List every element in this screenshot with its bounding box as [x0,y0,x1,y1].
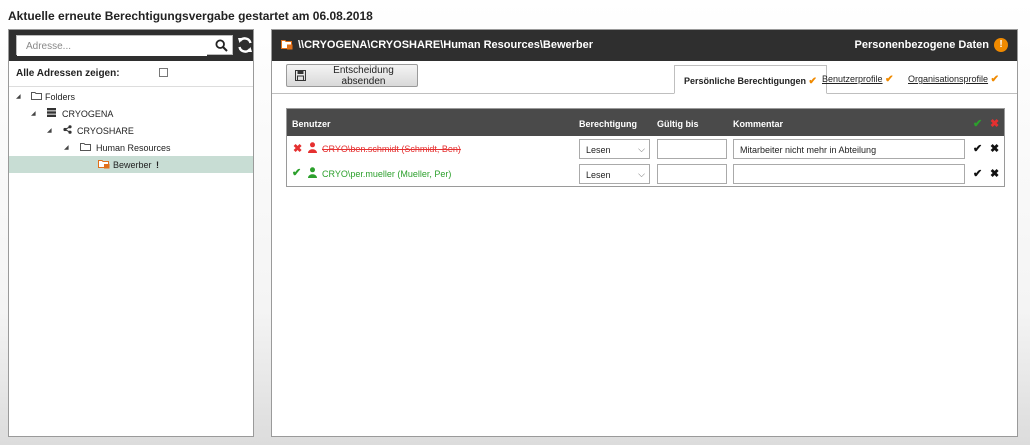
warning-icon: ! [994,38,1008,52]
tab-personal-permissions[interactable]: Persönliche Berechtigungen ✔ [674,65,827,94]
tree-item-cryoshare[interactable]: ◢ CRYOSHARE [9,122,253,139]
table-header: Benutzer Berechtigung Gültig bis Komment… [287,109,1004,136]
sensitive-folder-icon [98,160,110,169]
table-row: ✔ CRYO\per.mueller (Mueller, Per) Lesen … [287,162,1004,186]
column-header-user: Benutzer [292,119,331,129]
approve-all-icon[interactable]: ✔ [973,117,982,130]
user-name: CRYO\per.mueller (Mueller, Per) [322,169,452,179]
tree-item-label: Bewerber [113,160,152,170]
expand-triangle-icon[interactable]: ◢ [16,93,21,100]
tree-item-folders[interactable]: ◢ Folders [9,88,253,105]
tree-item-cryogena[interactable]: ◢ CRYOGENA [9,105,253,122]
denied-status-icon: ✖ [293,143,303,155]
tab-label: Persönliche Berechtigungen [684,76,807,86]
expand-triangle-icon[interactable]: ◢ [64,144,69,151]
save-icon [295,70,306,81]
permission-value: Lesen [586,145,611,155]
permission-select[interactable]: Lesen ⌵ [579,139,650,159]
user-name: CRYO\ben.schmidt (Schmidt, Ben) [322,144,461,154]
comment-input[interactable] [733,164,965,184]
expand-triangle-icon[interactable]: ◢ [31,110,36,117]
search-box [16,35,233,56]
permission-select[interactable]: Lesen ⌵ [579,164,650,184]
column-header-valid-until: Gültig bis [657,119,699,129]
tree-divider [9,86,253,87]
permission-value: Lesen [586,170,611,180]
user-icon [308,167,317,178]
check-icon: ✔ [808,76,817,87]
address-tree-panel: Alle Adressen zeigen: ◢ Folders ◢ CRYOGE… [8,29,254,437]
tree-item-label: CRYOGENA [62,109,114,119]
refresh-icon[interactable] [237,36,253,54]
expand-triangle-icon[interactable]: ◢ [47,127,52,134]
granted-status-icon: ✔ [292,167,302,179]
chevron-down-icon: ⌵ [638,169,645,179]
tab-organization-profiles[interactable]: Organisationsprofile ✔ [908,74,999,85]
permissions-header: \\CRYOGENA\CRYOSHARE\Human Resources\Bew… [272,30,1017,61]
permissions-table: Benutzer Berechtigung Gültig bis Komment… [286,108,1005,187]
tree-item-label: Folders [45,92,76,102]
permissions-panel: \\CRYOGENA\CRYOSHARE\Human Resources\Bew… [271,29,1018,437]
approve-icon[interactable]: ✔ [973,167,982,180]
tree-item-bewerber[interactable]: Bewerber ! [9,156,253,173]
tab-user-profiles[interactable]: Benutzerprofile ✔ [822,74,893,85]
submit-decision-label: Entscheidung absenden [333,64,394,87]
share-icon [63,125,72,134]
folder-icon [31,92,42,100]
user-icon [308,142,317,153]
show-all-checkbox[interactable] [159,68,168,77]
server-icon [47,108,56,117]
comment-input[interactable]: Mitarbeiter nicht mehr in Abteilung [733,139,965,159]
sensitive-folder-icon [281,40,293,50]
personal-data-label: Personenbezogene Daten [854,39,989,51]
valid-until-input[interactable] [657,139,727,159]
column-header-permission: Berechtigung [579,119,638,129]
folder-icon [80,143,91,151]
approve-icon[interactable]: ✔ [973,142,982,155]
tab-label: Benutzerprofile [822,74,883,84]
column-header-comment: Kommentar [733,119,784,129]
show-all-label: Alle Adressen zeigen: [16,68,120,79]
chevron-down-icon: ⌵ [638,144,645,154]
page-title: Aktuelle erneute Berechtigungsvergabe ge… [8,9,373,23]
address-search-input[interactable] [17,37,207,56]
tree-item-label: Human Resources [96,143,171,153]
reject-icon[interactable]: ✖ [990,167,999,180]
valid-until-input[interactable] [657,164,727,184]
submit-decision-button[interactable]: Entscheidung absenden [286,64,418,87]
personal-data-flag: ! [156,160,159,170]
reject-all-icon[interactable]: ✖ [990,117,999,130]
check-icon: ✔ [990,74,999,85]
tab-label: Organisationsprofile [908,74,989,84]
tab-strip-line [272,93,1017,94]
tree-item-label: CRYOSHARE [77,126,134,136]
reject-icon[interactable]: ✖ [990,142,999,155]
table-row: ✖ CRYO\ben.schmidt (Schmidt, Ben) Lesen … [287,137,1004,161]
address-search-bar [9,30,253,61]
search-icon[interactable] [215,39,228,52]
check-icon: ✔ [885,74,894,85]
tree-item-human-resources[interactable]: ◢ Human Resources [9,139,253,156]
folder-path: \\CRYOGENA\CRYOSHARE\Human Resources\Bew… [298,39,594,51]
